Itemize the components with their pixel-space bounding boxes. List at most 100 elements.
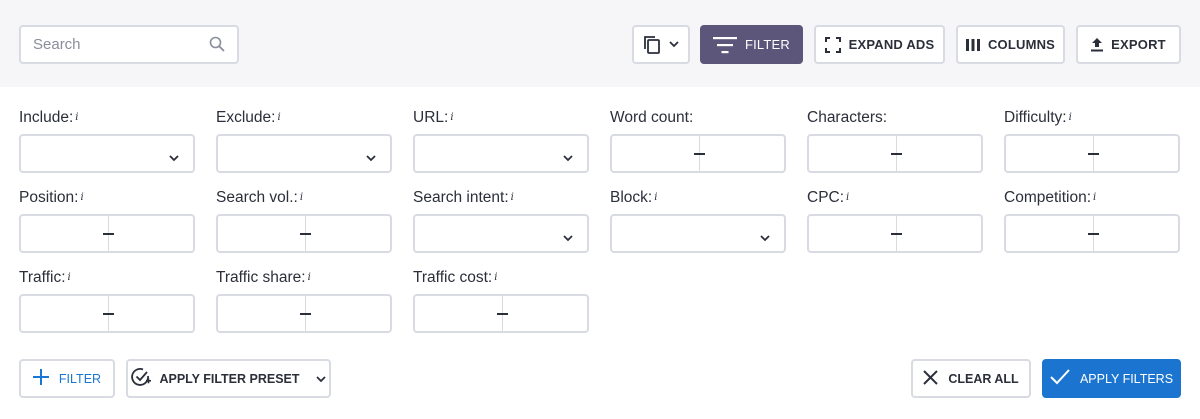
filter-label: FILTER — [744, 37, 791, 52]
expand-ads-button[interactable]: EXPAND ADS — [814, 25, 945, 64]
filter-cpc: CPC: i — [807, 188, 983, 253]
info-icon[interactable]: i — [308, 272, 311, 283]
info-icon[interactable]: i — [846, 192, 849, 203]
traffic-range[interactable] — [19, 294, 195, 333]
range-dash — [694, 153, 705, 155]
include-select[interactable] — [19, 134, 195, 173]
block-select[interactable] — [610, 214, 786, 253]
traffic-share-label: Traffic share: — [216, 269, 306, 286]
info-icon[interactable]: i — [654, 192, 657, 203]
preset-label: APPLY FILTER PRESET — [159, 371, 300, 386]
add-filter-button[interactable]: FILTER — [19, 359, 115, 398]
cpc-range[interactable] — [807, 214, 983, 253]
filter-traffic-cost: Traffic cost: i — [413, 268, 589, 333]
search-intent-label: Search intent: — [413, 189, 509, 206]
competition-range[interactable] — [1004, 214, 1180, 253]
word-count-label: Word count: — [610, 109, 694, 126]
range-dash — [103, 233, 114, 235]
chevron-down-icon — [563, 229, 573, 242]
clear-all-button[interactable]: CLEAR ALL — [911, 359, 1031, 398]
copy-icon — [643, 35, 661, 55]
info-icon[interactable]: i — [68, 272, 71, 283]
range-dash — [300, 313, 311, 315]
info-icon[interactable]: i — [75, 112, 78, 123]
chevron-down-icon — [315, 372, 326, 386]
info-icon[interactable]: i — [1093, 192, 1096, 203]
columns-label: COLUMNS — [987, 37, 1056, 52]
filter-position: Position: i — [19, 188, 195, 253]
info-icon[interactable]: i — [450, 112, 453, 123]
filter-url: URL: i — [413, 108, 589, 173]
url-label: URL: — [413, 109, 449, 126]
preset-check-icon — [131, 367, 152, 390]
traffic-share-range[interactable] — [216, 294, 392, 333]
columns-icon — [965, 38, 980, 51]
apply-filters-button[interactable]: APPLY FILTERS — [1042, 359, 1181, 398]
chevron-down-icon — [760, 229, 770, 242]
traffic-cost-range[interactable] — [413, 294, 589, 333]
export-button[interactable]: EXPORT — [1076, 25, 1181, 64]
chevron-down-icon — [563, 149, 573, 162]
upload-icon — [1091, 37, 1104, 52]
difficulty-label: Difficulty: — [1004, 109, 1067, 126]
search-box[interactable] — [19, 25, 239, 64]
info-icon[interactable]: i — [511, 192, 514, 203]
filter-toggle-button[interactable]: FILTER — [700, 25, 803, 64]
check-icon — [1050, 369, 1070, 388]
search-vol-range[interactable] — [216, 214, 392, 253]
competition-label: Competition: — [1004, 189, 1092, 206]
traffic-cost-label: Traffic cost: — [413, 269, 493, 286]
search-input[interactable] — [33, 27, 203, 62]
difficulty-range[interactable] — [1004, 134, 1180, 173]
url-select[interactable] — [413, 134, 589, 173]
filter-word-count: Word count: — [610, 108, 786, 173]
filter-exclude: Exclude: i — [216, 108, 392, 173]
apply-filters-label: APPLY FILTERS — [1079, 371, 1174, 386]
filter-competition: Competition: i — [1004, 188, 1180, 253]
search-intent-select[interactable] — [413, 214, 589, 253]
info-icon[interactable]: i — [494, 272, 497, 283]
position-range[interactable] — [19, 214, 195, 253]
range-dash — [891, 233, 902, 235]
range-dash — [891, 153, 902, 155]
characters-range[interactable] — [807, 134, 983, 173]
export-label: EXPORT — [1111, 37, 1166, 52]
chevron-down-icon — [669, 41, 679, 48]
columns-button[interactable]: COLUMNS — [956, 25, 1065, 64]
apply-filter-preset-button[interactable]: APPLY FILTER PRESET — [126, 359, 331, 398]
position-label: Position: — [19, 189, 79, 206]
expand-icon — [824, 36, 841, 53]
range-dash — [497, 313, 508, 315]
filter-traffic: Traffic: i — [19, 268, 195, 333]
range-dash — [1088, 233, 1099, 235]
filter-include: Include: i — [19, 108, 195, 173]
filter-traffic-share: Traffic share: i — [216, 268, 392, 333]
chevron-down-icon — [366, 149, 376, 162]
info-icon[interactable]: i — [300, 192, 303, 203]
copy-dropdown-button[interactable] — [632, 25, 690, 64]
expand-ads-label: EXPAND ADS — [848, 37, 935, 52]
traffic-label: Traffic: — [19, 269, 66, 286]
include-label: Include: — [19, 109, 74, 126]
chevron-down-icon — [169, 149, 179, 162]
toolbar: FILTER EXPAND ADS COLUMNS EXPORT — [0, 0, 1200, 87]
exclude-select[interactable] — [216, 134, 392, 173]
plus-icon — [32, 369, 49, 388]
filter-difficulty: Difficulty: i — [1004, 108, 1180, 173]
info-icon[interactable]: i — [1069, 112, 1072, 123]
add-filter-label: FILTER — [58, 371, 102, 386]
characters-label: Characters: — [807, 109, 888, 126]
range-dash — [1088, 153, 1099, 155]
info-icon[interactable]: i — [80, 192, 83, 203]
search-icon[interactable] — [209, 36, 225, 52]
filter-search-intent: Search intent: i — [413, 188, 589, 253]
word-count-range[interactable] — [610, 134, 786, 173]
search-vol-label: Search vol.: — [216, 189, 298, 206]
filter-search-vol: Search vol.: i — [216, 188, 392, 253]
exclude-label: Exclude: — [216, 109, 276, 126]
filter-block: Block: i — [610, 188, 786, 253]
close-icon — [923, 369, 939, 388]
info-icon[interactable]: i — [277, 112, 280, 123]
range-dash — [103, 313, 114, 315]
filter-characters: Characters: — [807, 108, 983, 173]
